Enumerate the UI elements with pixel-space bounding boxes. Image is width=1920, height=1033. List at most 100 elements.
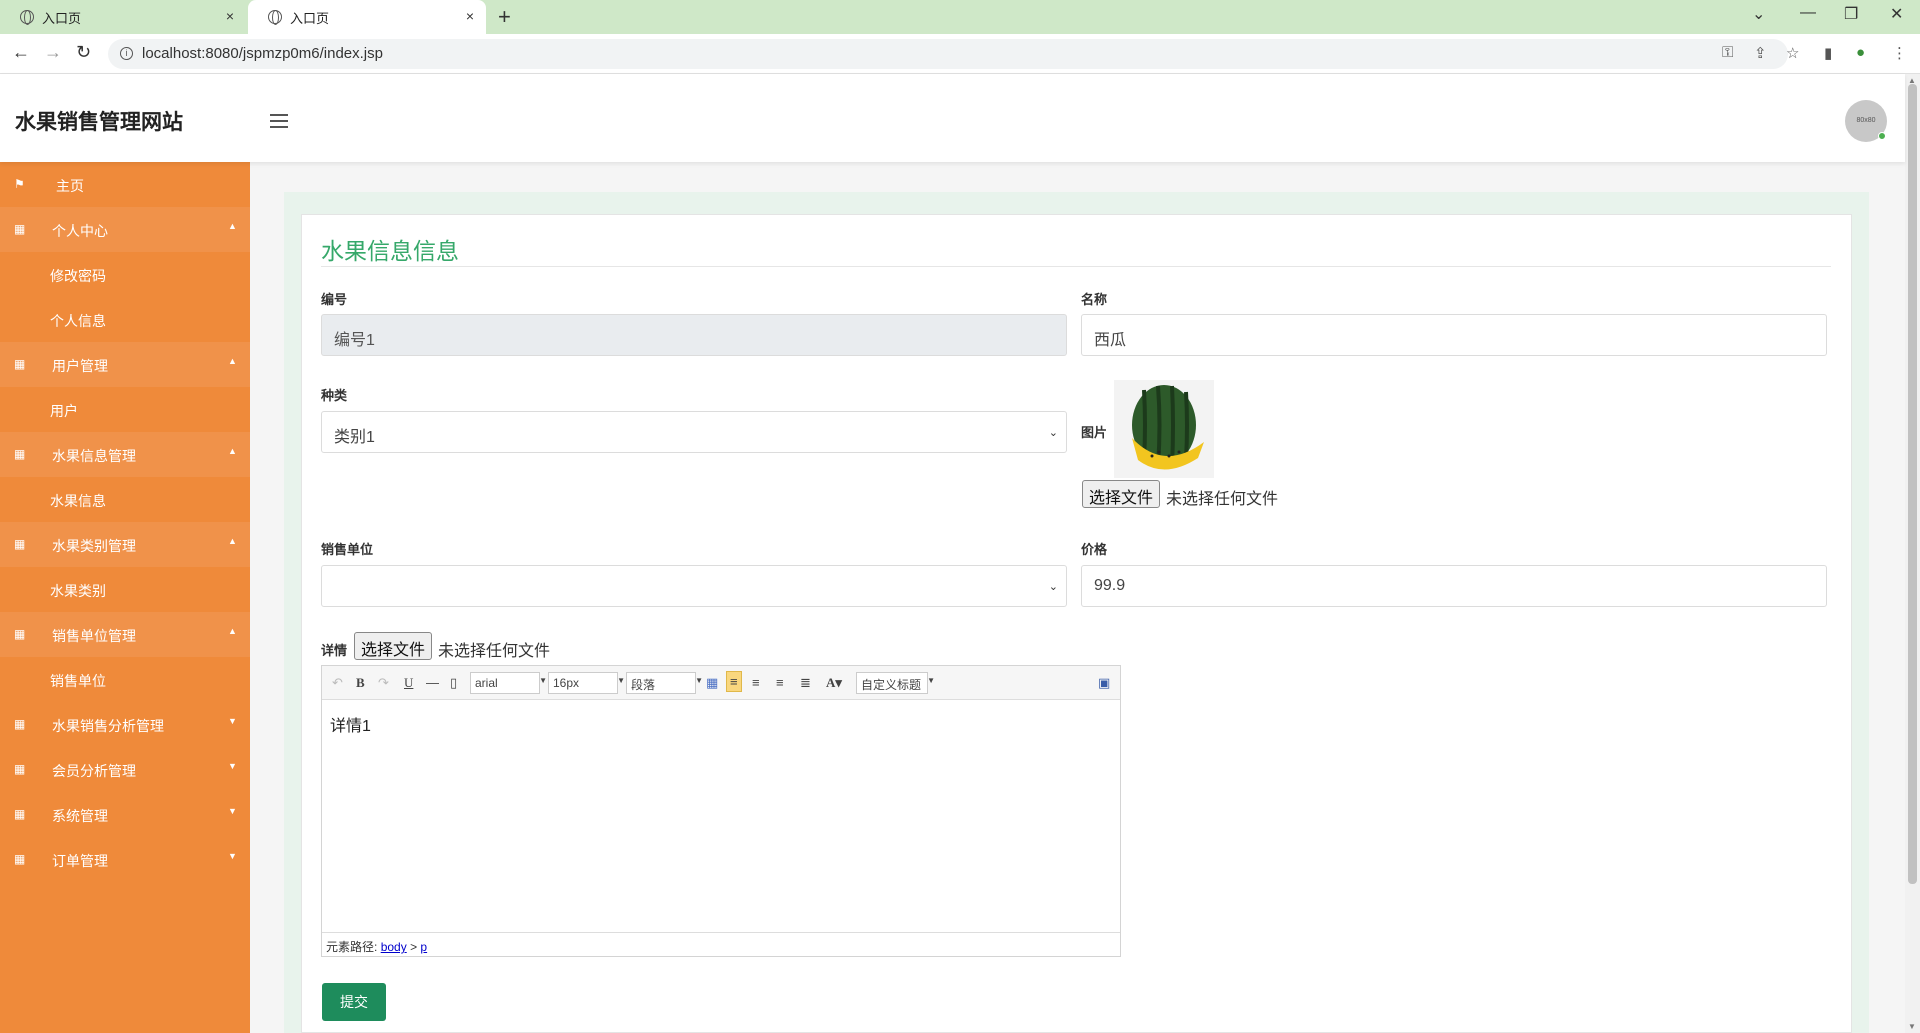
reload-icon[interactable]: ↻: [76, 42, 91, 63]
font-size-value: 16px: [553, 676, 580, 690]
custom-title-select[interactable]: 自定义标题 ▼: [856, 672, 935, 694]
image-file-button[interactable]: 选择文件: [1082, 480, 1161, 508]
align-left-icon[interactable]: ≡: [726, 671, 742, 692]
title-divider: [321, 266, 1831, 267]
online-status-icon: [1878, 132, 1886, 140]
profile-icon[interactable]: ●: [1856, 44, 1865, 61]
grid-icon: ▦: [14, 447, 26, 461]
url-field[interactable]: i localhost:8080/jspmzp0m6/index.jsp: [108, 39, 1788, 69]
sidebar-item-fruit-info[interactable]: 水果信息: [0, 477, 250, 522]
chevron-up-icon: ▲: [228, 626, 237, 636]
align-right-icon[interactable]: ≡: [752, 675, 760, 690]
page-icon[interactable]: ▯: [450, 675, 457, 691]
sidebar-group-fruit-category[interactable]: ▦ 水果类别管理 ▲: [0, 522, 250, 567]
element-path-body-link[interactable]: body: [381, 940, 407, 954]
fullscreen-icon[interactable]: ▣: [1098, 675, 1110, 691]
price-field[interactable]: 99.9: [1081, 565, 1827, 607]
window-close-icon[interactable]: ✕: [1890, 4, 1903, 24]
sidebar-item-fruit-category[interactable]: 水果类别: [0, 567, 250, 612]
chevron-up-icon: ▲: [228, 221, 237, 231]
page-title: 水果信息信息: [321, 238, 459, 264]
bold-icon[interactable]: B: [356, 675, 365, 691]
tab-search-icon[interactable]: ⌄: [1752, 4, 1765, 24]
font-size-select[interactable]: 16px ▼: [548, 672, 625, 694]
tab-close-icon[interactable]: ×: [226, 8, 234, 24]
element-path-p-link[interactable]: p: [420, 940, 427, 954]
name-field[interactable]: 西瓜: [1081, 314, 1827, 356]
page-scrollbar[interactable]: ▲ ▼: [1905, 74, 1920, 1033]
chevron-down-icon: ▼: [228, 761, 237, 771]
scrollbar-thumb[interactable]: [1908, 84, 1917, 884]
undo-icon[interactable]: ↶: [332, 675, 343, 691]
category-select-value: 类别1: [334, 429, 375, 446]
underline-icon[interactable]: U: [404, 675, 413, 691]
horizontal-rule-icon[interactable]: —: [426, 675, 439, 690]
side-panel-icon[interactable]: ▮: [1824, 44, 1832, 62]
sidebar-group-user-mgmt[interactable]: ▦ 用户管理 ▲: [0, 342, 250, 387]
browser-tab[interactable]: 入口页 ×: [0, 0, 246, 34]
sidebar-item-users[interactable]: 用户: [0, 387, 250, 432]
bookmark-star-icon[interactable]: ☆: [1786, 44, 1799, 62]
price-label: 价格: [1081, 542, 1108, 557]
detail-file-status: 未选择任何文件: [438, 643, 551, 660]
sidebar-item-label: 修改密码: [50, 268, 106, 284]
font-color-icon[interactable]: A▾: [826, 675, 842, 691]
sidebar-item-personal-info[interactable]: 个人信息: [0, 297, 250, 342]
share-icon[interactable]: ⇪: [1754, 44, 1767, 62]
grid-icon: ▦: [14, 852, 26, 866]
align-center-icon[interactable]: ≡: [776, 675, 784, 690]
tab-title: 入口页: [290, 10, 330, 26]
sidebar-group-personal[interactable]: ▦ 个人中心 ▲: [0, 207, 250, 252]
tab-close-icon[interactable]: ×: [466, 8, 474, 24]
browser-tab-active[interactable]: 入口页 ×: [248, 0, 486, 34]
image-label: 图片: [1081, 425, 1108, 440]
key-icon[interactable]: ⚿: [1722, 44, 1733, 61]
paragraph-select[interactable]: 段落 ▼: [626, 672, 703, 694]
sidebar-group-member-analysis[interactable]: ▦ 会员分析管理 ▼: [0, 747, 250, 792]
editor-toolbar: ↶ B ↷ U — ▯ arial ▼ 16px ▼ 段落 ▼ ▦ ≡ ≡ ≡ …: [322, 666, 1120, 700]
scroll-down-icon[interactable]: ▼: [1908, 1022, 1916, 1031]
sidebar-item-sales-unit[interactable]: 销售单位: [0, 657, 250, 702]
unit-select[interactable]: ⌄: [321, 565, 1067, 607]
sidebar-item-label: 水果类别管理: [52, 538, 136, 554]
number-field[interactable]: 编号1: [321, 314, 1067, 356]
sidebar-item-label: 水果信息: [50, 493, 106, 509]
rich-text-editor: ↶ B ↷ U — ▯ arial ▼ 16px ▼ 段落 ▼ ▦ ≡ ≡ ≡ …: [321, 665, 1121, 957]
table-icon[interactable]: ▦: [706, 675, 718, 691]
sidebar-item-home[interactable]: ⚑ 主页: [0, 162, 250, 207]
chevron-up-icon: ▲: [228, 356, 237, 366]
sidebar-item-label: 订单管理: [52, 853, 108, 869]
sidebar-group-system[interactable]: ▦ 系统管理 ▼: [0, 792, 250, 837]
detail-file-button[interactable]: 选择文件: [354, 632, 433, 660]
app-header: 水果销售管理网站 80x80: [0, 74, 1905, 162]
editor-content[interactable]: 详情1: [330, 712, 371, 736]
sidebar-group-orders[interactable]: ▦ 订单管理 ▼: [0, 837, 250, 882]
grid-icon: ▦: [14, 537, 26, 551]
hamburger-menu-icon[interactable]: [270, 114, 288, 132]
submit-button[interactable]: 提交: [322, 983, 386, 1021]
align-justify-icon[interactable]: ≣: [800, 675, 811, 691]
avatar[interactable]: 80x80: [1845, 100, 1887, 142]
minimize-icon[interactable]: —: [1800, 4, 1816, 22]
sidebar-item-change-password[interactable]: 修改密码: [0, 252, 250, 297]
sidebar-item-label: 水果类别: [50, 583, 106, 599]
sidebar-item-label: 用户: [50, 403, 78, 419]
new-tab-button[interactable]: +: [498, 4, 511, 30]
back-icon[interactable]: ←: [12, 42, 30, 63]
redo-icon[interactable]: ↷: [378, 675, 389, 691]
category-select[interactable]: 类别1 ⌄: [321, 411, 1067, 453]
url-text: localhost:8080/jspmzp0m6/index.jsp: [142, 45, 383, 62]
sidebar-group-fruit-info[interactable]: ▦ 水果信息管理 ▲: [0, 432, 250, 477]
site-info-icon[interactable]: i: [120, 47, 133, 60]
paragraph-value: 段落: [631, 678, 656, 692]
sidebar-item-label: 销售单位管理: [52, 628, 136, 644]
grid-icon: ▦: [14, 627, 26, 641]
sidebar-group-sales-unit[interactable]: ▦ 销售单位管理 ▲: [0, 612, 250, 657]
sidebar-group-sales-analysis[interactable]: ▦ 水果销售分析管理 ▼: [0, 702, 250, 747]
sidebar-item-label: 销售单位: [50, 673, 106, 689]
restore-icon[interactable]: ❐: [1844, 4, 1858, 24]
forward-icon[interactable]: →: [44, 42, 62, 63]
grid-icon: ▦: [14, 357, 26, 371]
font-family-select[interactable]: arial ▼: [470, 672, 547, 694]
menu-dots-icon[interactable]: ⋮: [1892, 44, 1907, 62]
